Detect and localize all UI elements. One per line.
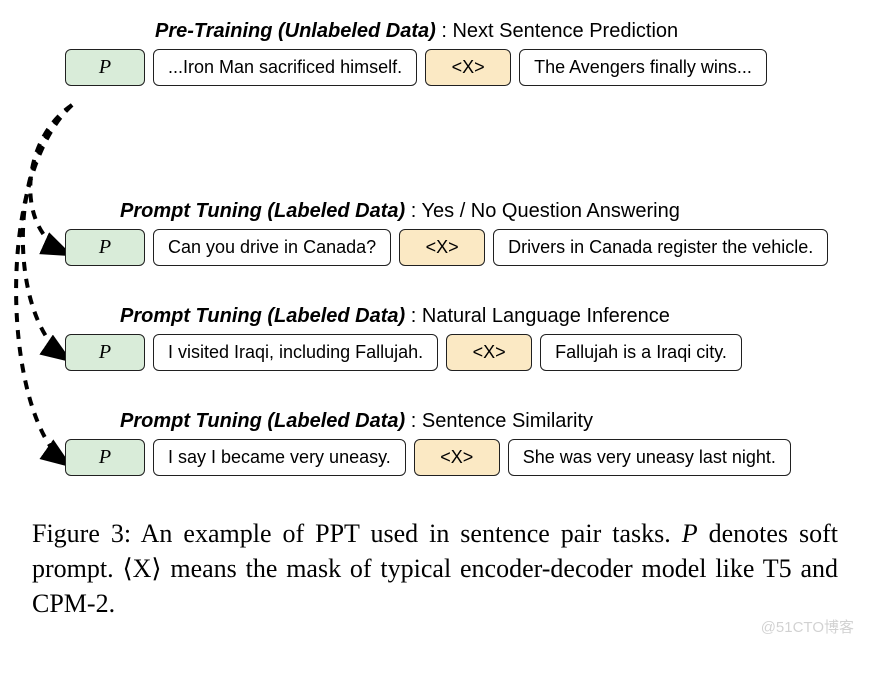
row-similarity: Prompt Tuning (Labeled Data) : Sentence … [65,410,840,476]
heading-rest: : Natural Language Inference [405,305,670,327]
sentence-left: Can you drive in Canada? [153,229,391,266]
mask-token: <X> [446,334,532,371]
soft-prompt-token: P [65,49,145,86]
heading-rest: : Sentence Similarity [405,410,593,432]
caption-pre: Figure 3: An example of PPT used in sent… [32,519,682,548]
heading-rest: : Next Sentence Prediction [436,20,678,42]
heading-rest: : Yes / No Question Answering [405,200,680,222]
heading-pretraining: Pre-Training (Unlabeled Data) : Next Sen… [65,20,840,43]
sentence-left: ...Iron Man sacrificed himself. [153,49,417,86]
token-row: P Can you drive in Canada? <X> Drivers i… [65,229,840,266]
figure-diagram: Pre-Training (Unlabeled Data) : Next Sen… [10,10,860,510]
token-row: P ...Iron Man sacrificed himself. <X> Th… [65,49,840,86]
row-nli: Prompt Tuning (Labeled Data) : Natural L… [65,305,840,371]
soft-prompt-token: P [65,439,145,476]
sentence-right: She was very uneasy last night. [508,439,791,476]
sentence-right: The Avengers finally wins... [519,49,767,86]
mask-token: <X> [425,49,511,86]
soft-prompt-token: P [65,334,145,371]
heading-bold: Prompt Tuning (Labeled Data) [120,410,405,432]
heading-nli: Prompt Tuning (Labeled Data) : Natural L… [65,305,840,328]
sentence-right: Fallujah is a Iraqi city. [540,334,742,371]
heading-bold: Prompt Tuning (Labeled Data) [120,200,405,222]
soft-prompt-token: P [65,229,145,266]
heading-bold: Pre-Training (Unlabeled Data) [155,20,436,42]
heading-bold: Prompt Tuning (Labeled Data) [120,305,405,327]
heading-qa: Prompt Tuning (Labeled Data) : Yes / No … [65,200,840,223]
caption-p-var: P [682,519,698,548]
mask-token: <X> [414,439,500,476]
row-pretraining: Pre-Training (Unlabeled Data) : Next Sen… [65,20,840,86]
mask-token: <X> [399,229,485,266]
watermark: @51CTO博客 [761,616,854,637]
figure-caption: Figure 3: An example of PPT used in sent… [10,516,860,631]
heading-similarity: Prompt Tuning (Labeled Data) : Sentence … [65,410,840,433]
token-row: P I visited Iraqi, including Fallujah. <… [65,334,840,371]
sentence-left: I visited Iraqi, including Fallujah. [153,334,438,371]
sentence-left: I say I became very uneasy. [153,439,406,476]
token-row: P I say I became very uneasy. <X> She wa… [65,439,840,476]
row-qa: Prompt Tuning (Labeled Data) : Yes / No … [65,200,840,266]
sentence-right: Drivers in Canada register the vehicle. [493,229,828,266]
